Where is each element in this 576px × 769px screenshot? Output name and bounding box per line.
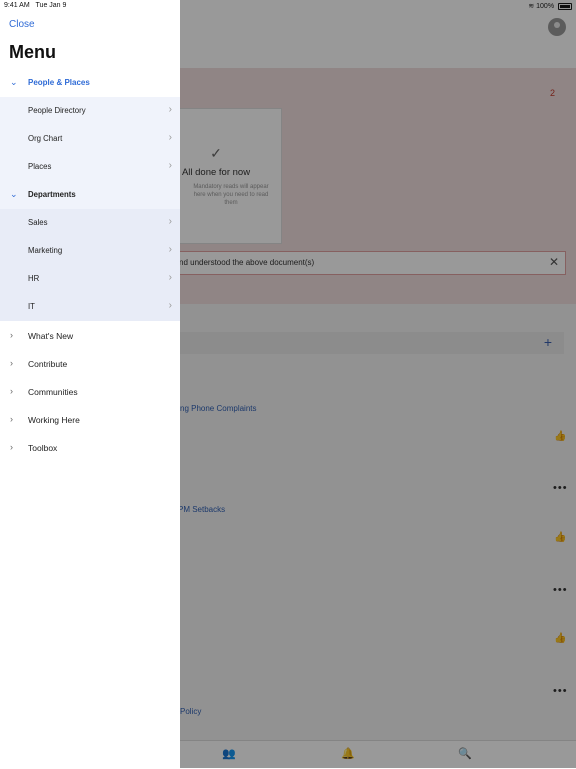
status-right: ≋ 100% [528,2,572,10]
section-label: People & Places [28,78,90,87]
chevron-right-icon: › [168,104,172,115]
status-bar: 9:41 AM Tue Jan 9 ≋ 100% [0,0,576,12]
chevron-down-icon: ⌄ [10,77,18,87]
menu-item-it[interactable]: IT › [0,293,180,321]
wifi-icon: ≋ [528,3,535,10]
menu-item-whats-new[interactable]: › What's New [0,322,180,350]
menu-item-label: What's New [28,331,74,341]
menu-item-label: Marketing [28,246,63,255]
chevron-down-icon: ⌄ [10,189,18,199]
menu-item-communities[interactable]: › Communities [0,378,180,406]
status-time: 9:41 AM Tue Jan 9 [4,2,67,9]
menu-item-places[interactable]: Places › [0,153,180,181]
menu-title: Menu [9,42,56,62]
menu-item-label: People Directory [28,106,86,115]
menu-item-people-directory[interactable]: People Directory › [0,97,180,125]
menu-item-marketing[interactable]: Marketing › [0,237,180,265]
chevron-right-icon: › [168,272,172,283]
menu-drawer: Close Menu ⌄ People & Places People Dire… [0,0,180,768]
section-people-places[interactable]: ⌄ People & Places [0,69,180,97]
chevron-right-icon: › [10,330,13,340]
menu-item-label: Toolbox [28,443,58,453]
close-button[interactable]: Close [9,19,35,30]
menu-item-label: Sales [28,218,48,227]
menu-item-contribute[interactable]: › Contribute [0,350,180,378]
menu-item-hr[interactable]: HR › [0,265,180,293]
menu-item-label: Places [28,162,52,171]
chevron-right-icon: › [10,442,13,452]
menu-item-sales[interactable]: Sales › [0,209,180,237]
battery-percent: 100% [536,3,555,10]
chevron-right-icon: › [168,132,172,143]
menu-item-label: Contribute [28,359,68,369]
battery-icon [558,2,572,10]
menu-item-org-chart[interactable]: Org Chart › [0,125,180,153]
chevron-right-icon: › [10,386,13,396]
chevron-right-icon: › [168,160,172,171]
chevron-right-icon: › [10,358,13,368]
menu-item-label: Org Chart [28,134,63,143]
chevron-right-icon: › [168,216,172,227]
chevron-right-icon: › [168,244,172,255]
section-departments[interactable]: ⌄ Departments [0,181,180,209]
menu-item-label: Working Here [28,415,80,425]
menu-item-working-here[interactable]: › Working Here [0,406,180,434]
menu-item-toolbox[interactable]: › Toolbox [0,434,180,462]
chevron-right-icon: › [10,414,13,424]
chevron-right-icon: › [168,300,172,311]
menu-item-label: Communities [28,387,78,397]
menu-item-label: IT [28,302,35,311]
section-label: Departments [28,190,76,199]
menu-item-label: HR [28,274,40,283]
